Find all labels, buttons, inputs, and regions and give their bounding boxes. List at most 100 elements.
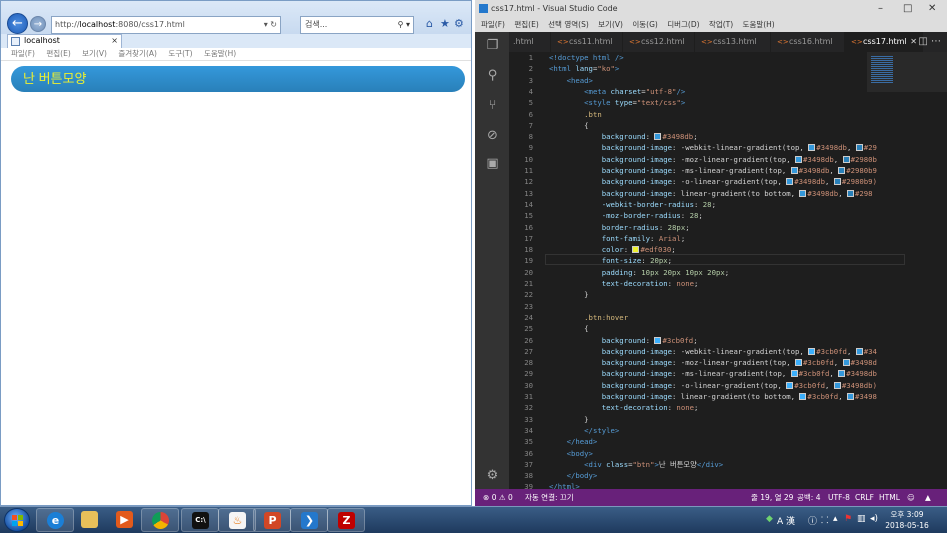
- line-number: 11: [524, 166, 533, 175]
- encoding-setting[interactable]: UTF-8: [828, 489, 850, 506]
- color-swatch-icon[interactable]: [833, 381, 841, 389]
- show-hidden-icons-icon[interactable]: ▴: [833, 514, 838, 524]
- gear-icon[interactable]: ⚙: [485, 468, 500, 483]
- menu-view[interactable]: 보기(V): [82, 49, 107, 58]
- split-editor-icon[interactable]: ◫: [918, 36, 927, 47]
- color-swatch-icon[interactable]: [842, 155, 850, 163]
- demo-button[interactable]: 난 버튼모양: [11, 66, 465, 92]
- action-center-flag-icon[interactable]: ⚑: [844, 514, 852, 524]
- help-icon[interactable]: ⓘ: [808, 514, 817, 527]
- search-icon[interactable]: ⚲ ▾: [398, 17, 410, 33]
- taskbar-vs-code[interactable]: ❯: [290, 508, 328, 532]
- network-icon[interactable]: ▥: [857, 514, 866, 524]
- extensions-icon[interactable]: ▣: [485, 156, 500, 171]
- menu-tools[interactable]: 도구(T): [168, 49, 192, 58]
- more-actions-icon[interactable]: ⋯: [931, 36, 941, 47]
- color-swatch-icon[interactable]: [654, 133, 662, 141]
- color-swatch-icon[interactable]: [654, 336, 662, 344]
- ime-settings-icon[interactable]: ⸬: [821, 513, 828, 526]
- color-swatch-icon[interactable]: [838, 167, 846, 174]
- color-swatch-icon[interactable]: [855, 144, 863, 152]
- vs-menu-tasks[interactable]: 작업(T): [709, 20, 733, 29]
- color-swatch-icon[interactable]: [808, 347, 816, 355]
- color-swatch-icon[interactable]: [846, 393, 854, 400]
- taskbar-media-player[interactable]: ▶: [106, 508, 144, 532]
- vs-menu-edit[interactable]: 편집(E): [514, 20, 538, 29]
- taskbar-internet-explorer[interactable]: e: [36, 508, 74, 532]
- color-swatch-icon[interactable]: [833, 178, 841, 186]
- editor-tab-active[interactable]: <> css17.html ✕: [845, 32, 923, 52]
- search-icon[interactable]: ⚲: [485, 68, 500, 83]
- minimize-icon[interactable]: –: [878, 0, 883, 17]
- autoconnect-status[interactable]: 자동 연결: 끄기: [525, 489, 574, 506]
- vs-menu-view[interactable]: 보기(V): [598, 20, 623, 29]
- color-swatch-icon[interactable]: [786, 178, 794, 186]
- clock[interactable]: 오후 3:09 2018-05-16: [881, 509, 933, 531]
- start-button[interactable]: [4, 508, 30, 532]
- explorer-files-icon[interactable]: ❐: [485, 38, 500, 53]
- favorites-star-icon[interactable]: ★: [440, 17, 450, 30]
- close-tab-icon[interactable]: ✕: [910, 32, 917, 52]
- color-swatch-icon[interactable]: [632, 246, 640, 254]
- color-swatch-icon[interactable]: [799, 189, 807, 197]
- taskbar-filezilla[interactable]: Z: [327, 508, 365, 532]
- vs-menu-debug[interactable]: 디버그(D): [667, 20, 699, 29]
- taskbar-powerpoint[interactable]: P: [253, 508, 291, 532]
- source-control-icon[interactable]: ⑂: [485, 98, 500, 113]
- color-swatch-icon[interactable]: [846, 189, 854, 197]
- minimap[interactable]: [867, 52, 947, 489]
- network-diamond-icon[interactable]: ◆: [766, 514, 773, 524]
- search-input[interactable]: 검색... ⚲ ▾: [300, 16, 414, 34]
- problems-indicator[interactable]: ⊗ 0 ⚠ 0: [483, 489, 513, 506]
- refresh-icon[interactable]: ▾ ↻: [264, 17, 277, 33]
- code-editor[interactable]: 1 2 3 4 5 6 7 8 9 10 11 12 13 14 15 16 17 18 19 20 21 22 23 24 2…: [509, 52, 947, 489]
- forward-button[interactable]: →: [30, 16, 46, 32]
- editor-tab[interactable]: .html: [509, 32, 551, 52]
- maximize-icon[interactable]: □: [903, 0, 912, 17]
- color-swatch-icon[interactable]: [855, 347, 863, 355]
- color-swatch-icon[interactable]: [838, 370, 846, 378]
- vs-menu-file[interactable]: 파일(F): [481, 20, 505, 29]
- editor-tab[interactable]: <> css13.html: [695, 32, 771, 52]
- menu-file[interactable]: 파일(F): [11, 49, 35, 58]
- taskbar-command-prompt[interactable]: C:\: [181, 508, 219, 532]
- taskbar-file-explorer[interactable]: [71, 508, 109, 532]
- debug-icon[interactable]: ⊘: [485, 128, 500, 143]
- eol-setting[interactable]: CRLF: [855, 489, 874, 506]
- cursor-position[interactable]: 줄 19, 열 29: [751, 489, 793, 506]
- menu-edit[interactable]: 편집(E): [46, 49, 70, 58]
- code-line: <head>: [566, 75, 593, 85]
- home-icon[interactable]: ⌂: [426, 17, 433, 30]
- color-swatch-icon[interactable]: [786, 381, 794, 389]
- notification-bell-icon[interactable]: ▲: [925, 489, 931, 506]
- menu-favorites[interactable]: 즐겨찾기(A): [118, 49, 157, 58]
- gear-icon[interactable]: ⚙: [454, 17, 464, 30]
- language-mode[interactable]: HTML: [879, 489, 900, 506]
- editor-tab[interactable]: <> css11.html: [551, 32, 623, 52]
- color-swatch-icon[interactable]: [795, 155, 803, 163]
- browser-tab[interactable]: localhost ×: [7, 34, 122, 48]
- input-language[interactable]: A 漢: [777, 514, 795, 527]
- indentation-setting[interactable]: 공백: 4: [797, 489, 820, 506]
- editor-tab[interactable]: <> css16.html: [771, 32, 845, 52]
- color-swatch-icon[interactable]: [808, 144, 816, 152]
- color-swatch-icon[interactable]: [790, 370, 798, 378]
- feedback-smiley-icon[interactable]: ☺: [907, 489, 915, 506]
- taskbar-java[interactable]: ♨: [218, 508, 256, 532]
- address-bar[interactable]: http://localhost:8080/css17.html ▾ ↻: [51, 16, 281, 34]
- editor-tab[interactable]: <> css12.html: [623, 32, 695, 52]
- color-swatch-icon[interactable]: [795, 359, 803, 367]
- taskbar-chrome[interactable]: [141, 508, 179, 532]
- color-swatch-icon[interactable]: [799, 393, 807, 400]
- html-file-icon: <>: [851, 38, 863, 46]
- vs-menu-help[interactable]: 도움말(H): [743, 20, 775, 29]
- vs-menu-go[interactable]: 이동(G): [632, 20, 657, 29]
- close-tab-icon[interactable]: ×: [111, 35, 118, 47]
- vs-menu-selection[interactable]: 선택 영역(S): [548, 20, 589, 29]
- close-window-icon[interactable]: ✕: [928, 0, 936, 17]
- color-swatch-icon[interactable]: [842, 359, 850, 367]
- back-button[interactable]: ←: [7, 13, 28, 34]
- volume-icon[interactable]: ◂): [870, 514, 878, 524]
- menu-help[interactable]: 도움말(H): [204, 49, 236, 58]
- color-swatch-icon[interactable]: [790, 167, 798, 174]
